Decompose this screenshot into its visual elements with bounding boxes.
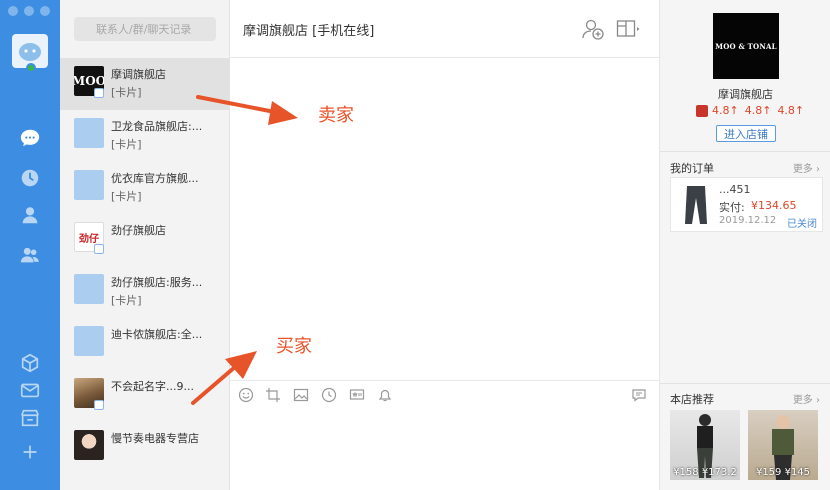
chat-bubble-icon[interactable] — [18, 126, 42, 150]
chat-toolbar — [230, 380, 659, 408]
medal-icon — [696, 104, 708, 117]
contact-photo-avatar — [74, 430, 104, 460]
shop-ratings: 4.8↑ 4.8↑ 4.8↑ — [696, 104, 810, 117]
contact-last-message: [卡片] — [111, 294, 142, 307]
add-contact-icon[interactable] — [581, 18, 605, 40]
seller-label: 卖家 — [318, 105, 354, 126]
window-minimize-button[interactable] — [24, 6, 34, 16]
group-people-icon[interactable] — [18, 243, 42, 267]
contact-name: 优衣库官方旗舰... — [111, 172, 199, 185]
card-badge-icon — [94, 244, 104, 254]
contact-last-message: [卡片] — [111, 138, 142, 151]
order-id: ...451 — [719, 183, 751, 196]
chevron-right-icon: › — [816, 164, 820, 175]
buyer-arrow-annotation — [191, 351, 257, 405]
bot-avatar-icon — [74, 274, 104, 304]
bot-avatar-icon — [74, 326, 104, 356]
contact-item[interactable]: 劲仔旗舰店:服务... [卡片] — [60, 266, 229, 318]
order-paid-amount: ¥134.65 — [751, 199, 797, 212]
contact-name: 慢节奏电器专营店 — [111, 432, 199, 445]
shop-logo[interactable]: MOO & TONAL — [713, 13, 779, 79]
contact-item[interactable]: 劲仔 劲仔旗舰店 — [60, 214, 229, 266]
divider — [660, 151, 830, 152]
card-badge-icon — [94, 400, 104, 410]
pants-product-thumbnail — [685, 186, 707, 224]
shop-info-panel: MOO & TONAL 摩调旗舰店 4.8↑ 4.8↑ 4.8↑ 进入店铺 我的… — [659, 0, 830, 490]
store-icon[interactable] — [18, 406, 42, 430]
recommend-product[interactable]: ¥158 ¥173.2 — [670, 410, 740, 480]
user-avatar[interactable] — [12, 34, 48, 73]
chevron-right-icon: › — [816, 395, 820, 406]
contact-last-message: [卡片] — [111, 190, 142, 203]
contact-item[interactable]: 慢节奏电器专营店 — [60, 422, 229, 474]
recommend-price: ¥159 ¥145 — [755, 467, 811, 478]
window-close-button[interactable] — [8, 6, 18, 16]
contact-last-message: [卡片] — [111, 86, 142, 99]
divider — [660, 383, 830, 384]
recommend-price: ¥158 ¥173.2 — [673, 467, 737, 478]
buyer-label: 买家 — [276, 336, 312, 357]
chat-title: 摩调旗舰店 [手机在线] — [243, 24, 375, 39]
clock-icon[interactable] — [18, 166, 42, 190]
recommend-product[interactable]: ¥159 ¥145 — [748, 410, 818, 480]
image-icon[interactable] — [293, 387, 309, 403]
rating-value: 4.8↑ — [777, 104, 805, 117]
recommend-more-link[interactable]: 更多 › — [793, 391, 820, 406]
order-card[interactable]: ...451 实付: ¥134.65 2019.12.12 已关闭 — [670, 177, 823, 232]
sidebar-toggle-icon[interactable] — [616, 18, 640, 40]
chat-panel: 摩调旗舰店 [手机在线] — [230, 0, 659, 490]
contact-person-icon[interactable] — [18, 203, 42, 227]
order-date: 2019.12.12 — [719, 215, 777, 226]
order-paid-label: 实付: — [719, 201, 745, 214]
order-status: 已关闭 — [787, 219, 817, 230]
shop-name: 摩调旗舰店 — [718, 88, 773, 101]
rating-value: 4.8↑ — [744, 104, 772, 117]
cube-icon[interactable] — [18, 351, 42, 375]
order-section-title: 我的订单 — [670, 162, 714, 175]
screenshot-crop-icon[interactable] — [265, 387, 281, 403]
card-badge-icon — [94, 88, 104, 98]
contact-list-panel: MOO 摩调旗舰店 [卡片] 卫龙食品旗舰店:... [卡片] 优衣库官方旗舰.… — [60, 0, 230, 490]
contact-name: 摩调旗舰店 — [111, 68, 166, 81]
online-status-icon — [26, 63, 36, 73]
bot-avatar-icon — [74, 170, 104, 200]
recommend-section-title: 本店推荐 — [670, 393, 714, 406]
left-rail — [0, 0, 60, 490]
more-label: 更多 — [792, 164, 813, 175]
contact-name: 劲仔旗舰店 — [111, 224, 166, 237]
more-label: 更多 — [792, 395, 813, 406]
enter-shop-button[interactable]: 进入店铺 — [716, 125, 776, 142]
search-input[interactable] — [74, 17, 216, 41]
window-zoom-button[interactable] — [40, 6, 50, 16]
add-plus-icon[interactable] — [18, 440, 42, 464]
history-clock-icon[interactable] — [321, 387, 337, 403]
rating-value: 4.8↑ — [712, 104, 739, 117]
bell-alert-icon[interactable] — [377, 387, 393, 403]
contact-item[interactable]: 优衣库官方旗舰... [卡片] — [60, 162, 229, 214]
message-bubble-icon[interactable] — [631, 387, 647, 403]
seller-arrow-annotation — [196, 95, 298, 125]
contact-name: 迪卡侬旗舰店:全... — [111, 328, 203, 341]
order-more-link[interactable]: 更多 › — [793, 160, 820, 175]
bot-avatar-icon — [74, 118, 104, 148]
mail-icon[interactable] — [18, 378, 42, 402]
video-call-icon[interactable] — [349, 387, 365, 403]
contact-name: 劲仔旗舰店:服务... — [111, 276, 203, 289]
chat-header: 摩调旗舰店 [手机在线] — [230, 0, 659, 58]
